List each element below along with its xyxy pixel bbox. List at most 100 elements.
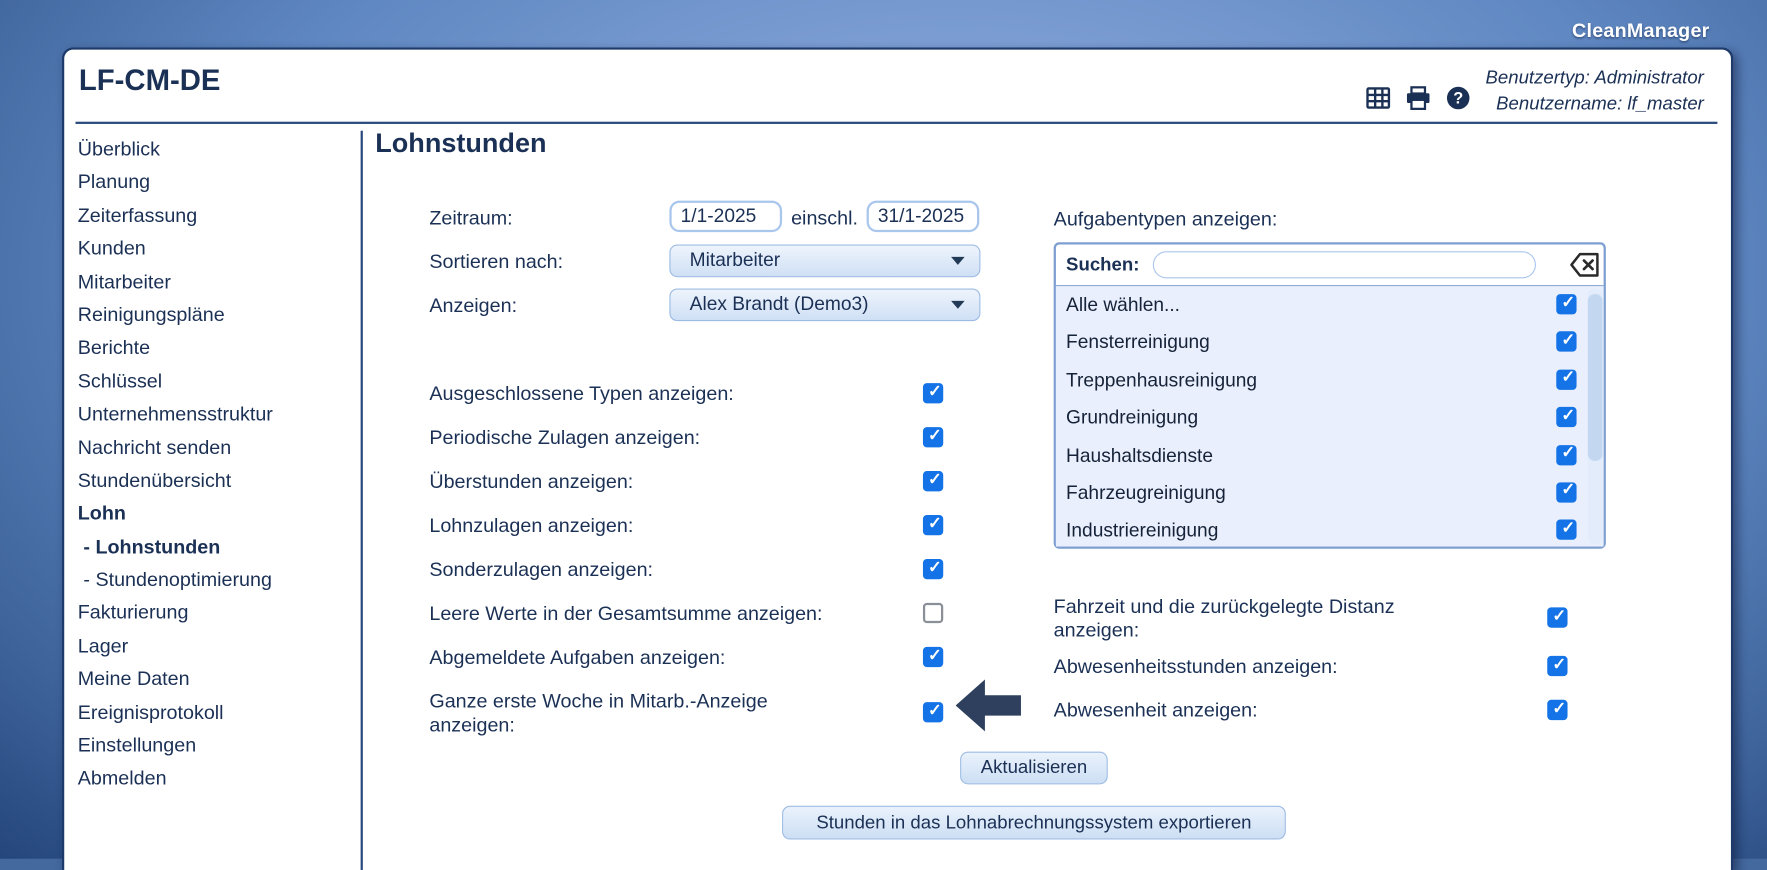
- sidebar-nav: Überblick Planung Zeiterfassung Kunden M…: [78, 133, 354, 795]
- checkbox-row: Abgemeldete Aufgaben anzeigen:: [429, 646, 950, 690]
- sidebar-item[interactable]: Fakturierung: [78, 597, 354, 630]
- task-type-item[interactable]: Grundreinigung: [1056, 399, 1604, 437]
- checkbox[interactable]: [923, 559, 943, 579]
- export-button[interactable]: Stunden in das Lohnabrechnungssystem exp…: [782, 806, 1286, 840]
- chevron-down-icon: [951, 257, 965, 265]
- task-type-item[interactable]: Fensterreinigung: [1056, 324, 1604, 362]
- sort-label: Sortieren nach:: [429, 250, 563, 274]
- sidebar-item[interactable]: Zeiterfassung: [78, 199, 354, 232]
- app-title: LF-CM-DE: [79, 63, 221, 98]
- checkbox-row: Abwesenheitsstunden anzeigen:: [1054, 655, 1584, 699]
- checkbox[interactable]: [923, 383, 943, 403]
- checkbox[interactable]: [923, 515, 943, 535]
- task-types-panel: Suchen: Alle wählen...: [1054, 242, 1606, 549]
- show-dropdown[interactable]: Alex Brandt (Demo3): [669, 288, 980, 321]
- sidebar-item[interactable]: Lager: [78, 630, 354, 663]
- checkbox-row: Periodische Zulagen anzeigen:: [429, 426, 950, 470]
- task-type-label: Grundreinigung: [1056, 407, 1198, 428]
- period-from-input[interactable]: [669, 201, 782, 233]
- task-type-item[interactable]: Fahrzeugreinigung: [1056, 474, 1604, 512]
- search-label: Suchen:: [1066, 254, 1139, 275]
- task-types-title: Aufgabentypen anzeigen:: [1054, 207, 1278, 231]
- header-toolbar: ? Benutzertyp: Administrator Benutzernam…: [1366, 65, 1704, 117]
- checkbox[interactable]: [1556, 445, 1576, 465]
- checkbox[interactable]: [1556, 332, 1576, 352]
- sidebar-item[interactable]: Planung: [78, 166, 354, 199]
- checkbox-row: Fahrzeit und die zurückgelegte Distanz a…: [1054, 595, 1584, 655]
- brand-logo: CleanManager: [1572, 19, 1710, 43]
- sidebar-item[interactable]: Einstellungen: [78, 729, 354, 762]
- checkbox[interactable]: [1547, 607, 1567, 627]
- checkbox[interactable]: [923, 471, 943, 491]
- left-options-group: Ausgeschlossene Typen anzeigen: Periodis…: [429, 382, 950, 749]
- checkbox-row: Ausgeschlossene Typen anzeigen:: [429, 382, 950, 426]
- checkbox[interactable]: [923, 702, 943, 722]
- help-icon[interactable]: ?: [1446, 86, 1471, 111]
- sidebar-item[interactable]: Ereignisprotokoll: [78, 696, 354, 729]
- checkbox-label: Sonderzulagen anzeigen:: [429, 558, 902, 581]
- checkbox[interactable]: [1556, 520, 1576, 540]
- sidebar-item[interactable]: Lohn: [78, 497, 354, 530]
- period-to-input[interactable]: [867, 201, 980, 233]
- checkbox-label: Ganze erste Woche in Mitarb.-Anzeige: [429, 690, 902, 713]
- checkbox[interactable]: [1556, 294, 1576, 314]
- task-type-label: Industriereinigung: [1056, 520, 1218, 541]
- sidebar-item[interactable]: Berichte: [78, 332, 354, 365]
- sidebar-item[interactable]: Stundenübersicht: [78, 464, 354, 497]
- checkbox-row: Lohnzulagen anzeigen:: [429, 514, 950, 558]
- task-type-label: Fensterreinigung: [1056, 332, 1210, 353]
- table-icon[interactable]: [1366, 86, 1391, 111]
- checkbox[interactable]: [1556, 407, 1576, 427]
- sidebar-item[interactable]: Überblick: [78, 133, 354, 166]
- user-type: Benutzertyp: Administrator: [1485, 65, 1703, 91]
- checkbox[interactable]: [1547, 700, 1567, 720]
- checkbox[interactable]: [1547, 656, 1567, 676]
- search-input[interactable]: [1153, 251, 1536, 278]
- sidebar-item[interactable]: Meine Daten: [78, 663, 354, 696]
- checkbox-label: Abwesenheit anzeigen:: [1054, 699, 1471, 722]
- checkbox[interactable]: [923, 647, 943, 667]
- task-type-label: Haushaltsdienste: [1056, 445, 1213, 466]
- task-type-item[interactable]: Industriereinigung: [1056, 512, 1604, 547]
- sidebar-item[interactable]: Kunden: [78, 232, 354, 265]
- right-options-group: Fahrzeit und die zurückgelegte Distanz a…: [1054, 595, 1584, 743]
- checkbox-label: Fahrzeit und die zurückgelegte Distanz: [1054, 595, 1471, 618]
- sidebar-item[interactable]: Schlüssel: [78, 365, 354, 398]
- sort-dropdown[interactable]: Mitarbeiter: [669, 245, 980, 278]
- sidebar-divider: [361, 131, 363, 870]
- print-icon[interactable]: [1405, 86, 1431, 111]
- svg-text:?: ?: [1453, 90, 1463, 108]
- header-divider: [76, 122, 1718, 124]
- task-type-item[interactable]: Alle wählen...: [1056, 286, 1604, 324]
- checkbox-label: Ausgeschlossene Typen anzeigen:: [429, 382, 902, 405]
- page-title: Lohnstunden: [375, 128, 546, 160]
- sidebar-item[interactable]: - Stundenoptimierung: [78, 564, 354, 597]
- checkbox-label: Überstunden anzeigen:: [429, 470, 902, 493]
- checkbox[interactable]: [923, 427, 943, 447]
- checkbox-label-line2: anzeigen:: [429, 713, 902, 736]
- sidebar-item[interactable]: Reinigungspläne: [78, 299, 354, 332]
- checkbox-label: Abgemeldete Aufgaben anzeigen:: [429, 646, 902, 669]
- sidebar-item[interactable]: Unternehmensstruktur: [78, 398, 354, 431]
- checkbox-label-line2: anzeigen:: [1054, 618, 1527, 641]
- checkbox-row: Abwesenheit anzeigen:: [1054, 699, 1584, 743]
- period-between-label: einschl.: [791, 206, 858, 230]
- search-row: Suchen:: [1056, 245, 1604, 287]
- sidebar-item[interactable]: - Lohnstunden: [78, 530, 354, 563]
- checkbox[interactable]: [1556, 369, 1576, 389]
- task-type-label: Treppenhausreinigung: [1056, 369, 1257, 390]
- clear-search-icon[interactable]: [1570, 252, 1600, 277]
- task-type-label: Fahrzeugreinigung: [1056, 482, 1226, 503]
- chevron-down-icon: [951, 301, 965, 309]
- sidebar-item[interactable]: Mitarbeiter: [78, 265, 354, 298]
- checkbox-row: Sonderzulagen anzeigen:: [429, 558, 950, 602]
- show-dropdown-value: Alex Brandt (Demo3): [671, 290, 980, 319]
- task-type-item[interactable]: Haushaltsdienste: [1056, 437, 1604, 475]
- sidebar-item[interactable]: Nachricht senden: [78, 431, 354, 464]
- checkbox[interactable]: [923, 603, 943, 623]
- update-button[interactable]: Aktualisieren: [960, 752, 1108, 785]
- checkbox-row: Überstunden anzeigen:: [429, 470, 950, 514]
- checkbox[interactable]: [1556, 482, 1576, 502]
- sidebar-item[interactable]: Abmelden: [78, 762, 354, 795]
- task-type-item[interactable]: Treppenhausreinigung: [1056, 361, 1604, 399]
